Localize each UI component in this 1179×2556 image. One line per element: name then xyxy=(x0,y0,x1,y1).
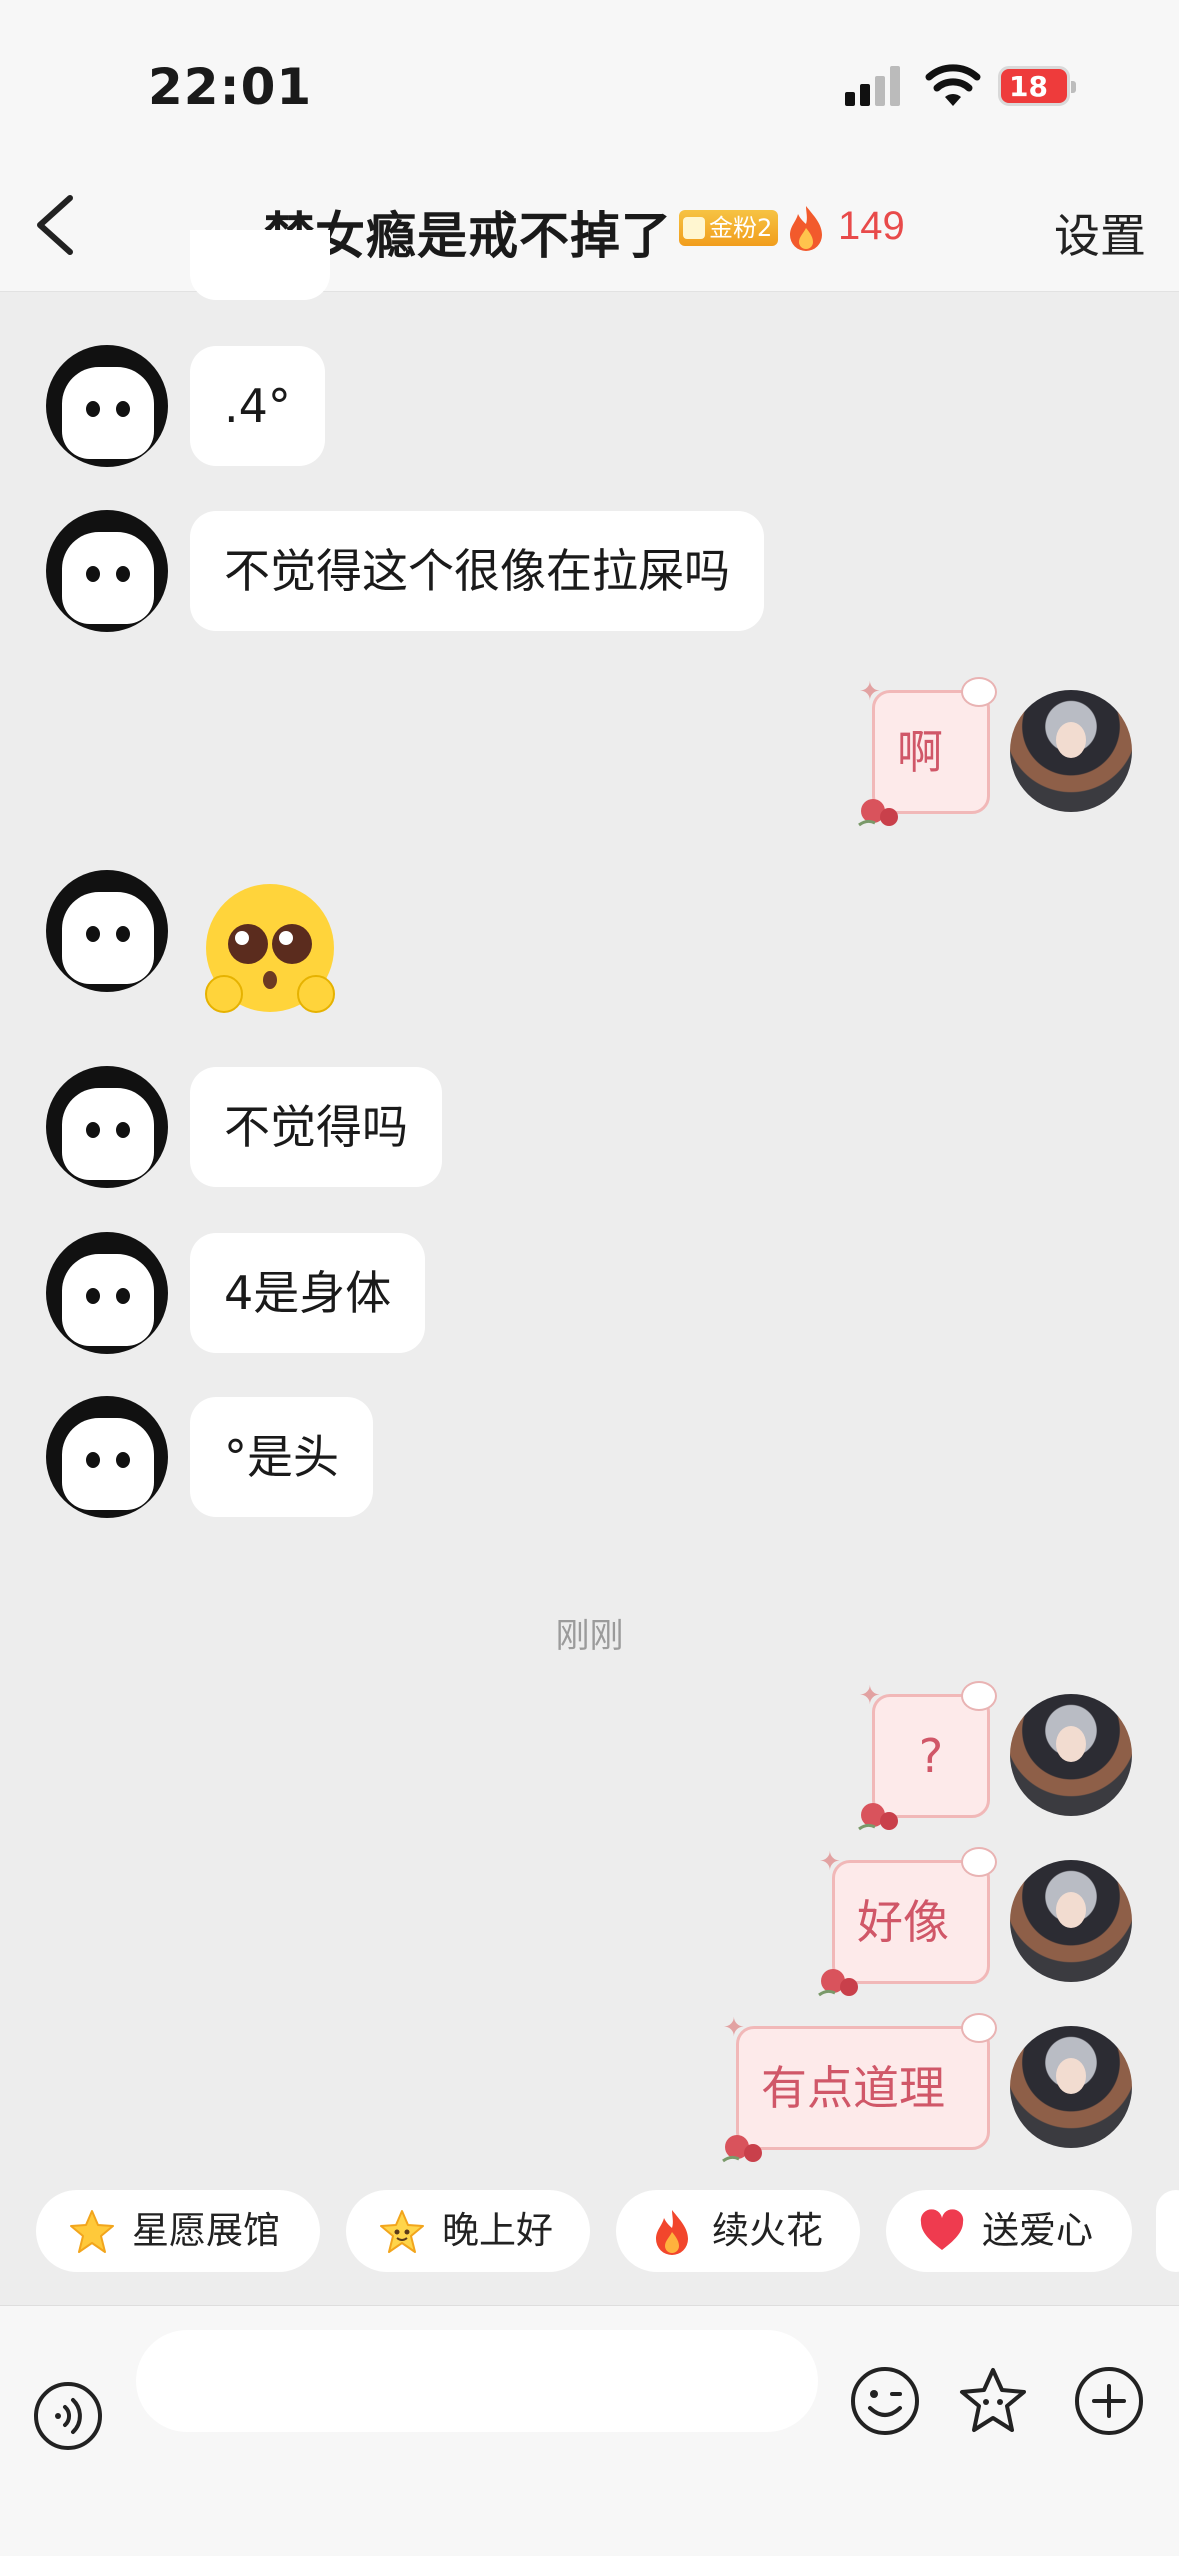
quick-action-send-heart[interactable]: 送爱心 xyxy=(886,2190,1132,2272)
sticker-frame-bubble[interactable]: ✦ 啊 xyxy=(858,677,997,827)
fire-streak-count: 149 xyxy=(838,204,905,248)
sticker-frame-bubble[interactable]: ✦ 好像 xyxy=(818,1847,997,1997)
friend-avatar[interactable] xyxy=(46,1232,168,1354)
voice-input-icon[interactable] xyxy=(32,2380,104,2452)
message-bubble[interactable]: °是头 xyxy=(190,1397,373,1517)
battery-level: 18 xyxy=(1009,70,1048,103)
friend-avatar[interactable] xyxy=(46,870,168,992)
message-bubble-partial xyxy=(190,230,330,300)
heart-icon xyxy=(920,2209,964,2250)
my-avatar[interactable] xyxy=(1010,1860,1132,1982)
status-time: 22:01 xyxy=(148,58,313,116)
cat-decoration-icon xyxy=(961,2013,997,2043)
cat-decoration-icon xyxy=(961,1847,997,1877)
message-bubble[interactable]: 不觉得吗 xyxy=(190,1067,442,1187)
my-avatar[interactable] xyxy=(1010,1694,1132,1816)
fan-level-badge[interactable]: 金粉2 xyxy=(679,210,779,246)
friend-avatar[interactable] xyxy=(46,345,168,467)
cat-decoration-icon xyxy=(961,1681,997,1711)
cellular-signal-icon xyxy=(845,66,903,106)
wifi-icon xyxy=(925,64,981,106)
cat-decoration-icon xyxy=(961,677,997,707)
message-bubble[interactable]: 4是身体 xyxy=(190,1233,426,1353)
rose-icon xyxy=(858,799,898,827)
quick-action-good-evening[interactable]: 晚上好 xyxy=(346,2190,590,2272)
input-bar xyxy=(0,2305,1179,2556)
sticker-frame-bubble[interactable]: ✦ ? xyxy=(858,1681,997,1831)
settings-button[interactable]: 设置 xyxy=(1054,200,1146,266)
sticker-star-icon[interactable] xyxy=(956,2364,1030,2438)
friend-avatar[interactable] xyxy=(46,510,168,632)
smiling-star-icon xyxy=(380,2210,424,2253)
fire-icon[interactable] xyxy=(786,204,826,252)
quick-action-star-gallery[interactable]: 星愿展馆 xyxy=(36,2190,320,2272)
friend-avatar[interactable] xyxy=(46,1066,168,1188)
my-avatar[interactable] xyxy=(1010,690,1132,812)
battery-icon: 18 xyxy=(998,66,1076,106)
emoji-icon[interactable] xyxy=(848,2364,922,2438)
quick-action-continue-spark[interactable]: 续火花 xyxy=(616,2190,860,2272)
chevron-left-icon[interactable] xyxy=(30,192,80,258)
badge-gem-icon xyxy=(683,217,705,239)
star-icon xyxy=(70,2210,114,2253)
rose-icon xyxy=(818,1969,858,1997)
quick-action-bar: 星愿展馆 晚上好 续火花 送爱心 xyxy=(0,2190,1179,2300)
friend-avatar[interactable] xyxy=(46,1396,168,1518)
pleading-face-icon[interactable] xyxy=(200,878,340,1018)
rose-icon xyxy=(722,2135,762,2163)
fire-icon xyxy=(656,2210,688,2255)
message-bubble[interactable]: .4° xyxy=(190,346,325,466)
plus-icon[interactable] xyxy=(1072,2364,1146,2438)
my-avatar[interactable] xyxy=(1010,2026,1132,2148)
sparkle-icon: ✦ xyxy=(859,677,881,707)
sparkle-icon: ✦ xyxy=(723,2013,745,2043)
rose-icon xyxy=(858,1803,898,1831)
quick-action-more[interactable] xyxy=(1156,2190,1179,2272)
top-bar: 22:01 18 梦女瘾是戒不掉了 金粉2 149 设置 xyxy=(0,0,1179,292)
message-bubble[interactable]: 不觉得这个很像在拉屎吗 xyxy=(190,511,764,631)
message-input[interactable] xyxy=(136,2330,818,2432)
sparkle-icon: ✦ xyxy=(819,1847,841,1877)
time-divider: 刚刚 xyxy=(555,1616,624,1656)
sticker-frame-bubble[interactable]: ✦ 有点道理 xyxy=(722,2013,997,2163)
sparkle-icon: ✦ xyxy=(859,1681,881,1711)
